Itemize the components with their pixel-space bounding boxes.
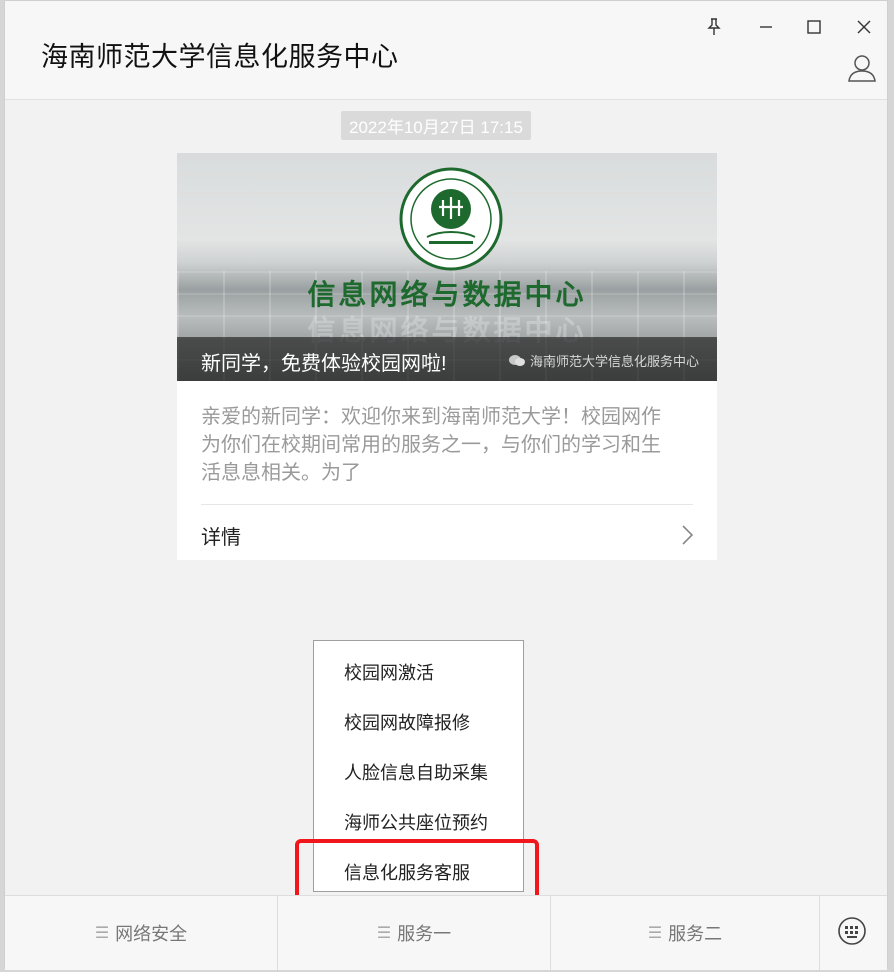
tab-service-one[interactable]: ☰ 服务一	[278, 896, 550, 970]
menu-item-face-info-collection[interactable]: 人脸信息自助采集	[344, 759, 488, 785]
tab-label: 网络安全	[115, 924, 188, 944]
keyboard-icon[interactable]	[837, 916, 867, 946]
maximize-icon[interactable]	[801, 15, 827, 39]
details-link[interactable]: 详情	[201, 521, 241, 550]
menu-lines-icon: ☰	[647, 925, 663, 942]
article-card[interactable]: 信息网络与数据中心 信息网络与数据中心 新同学，免费体验校园网啦! 海南师范大学…	[177, 153, 717, 560]
article-cover-image[interactable]: 信息网络与数据中心 信息网络与数据中心 新同学，免费体验校园网啦! 海南师范大学…	[177, 153, 717, 381]
article-source-label: 海南师范大学信息化服务中心	[529, 354, 699, 369]
card-divider	[201, 504, 693, 505]
chat-window: 海南师范大学信息化服务中心 2022年10月27日 17:15 信息网络与数据中…	[4, 0, 888, 970]
article-title[interactable]: 新同学，免费体验校园网啦!	[201, 347, 447, 376]
tab-service-two[interactable]: ☰ 服务二	[551, 896, 819, 970]
pin-icon[interactable]	[701, 15, 727, 39]
bottom-menu-bar: ☰ 网络安全 ☰ 服务一 ☰ 服务二	[5, 895, 887, 970]
cover-caption-bar: 新同学，免费体验校园网啦! 海南师范大学信息化服务中心	[177, 337, 717, 381]
university-logo	[399, 167, 503, 271]
menu-item-campus-network-activation[interactable]: 校园网激活	[344, 659, 434, 685]
profile-icon[interactable]	[847, 53, 877, 83]
article-digest: 亲爱的新同学：欢迎你来到海南师范大学！校园网作为你们在校期间常用的服务之一，与你…	[201, 406, 661, 484]
menu-lines-icon: ☰	[94, 925, 110, 942]
article-source: 海南师范大学信息化服务中心	[508, 351, 699, 370]
tab-label: 服务二	[668, 924, 723, 944]
chevron-right-icon[interactable]	[681, 524, 695, 546]
title-bar: 海南师范大学信息化服务中心	[5, 1, 887, 100]
tab-network-security[interactable]: ☰ 网络安全	[5, 896, 277, 970]
wechat-icon	[508, 354, 525, 366]
minimize-icon[interactable]	[753, 15, 779, 39]
window-title: 海南师范大学信息化服务中心	[41, 42, 399, 72]
menu-item-seat-reservation[interactable]: 海师公共座位预约	[344, 809, 488, 835]
menu-lines-icon: ☰	[376, 925, 392, 942]
tab-divider	[819, 896, 820, 970]
tab-label: 服务一	[397, 924, 452, 944]
menu-item-network-fault-repair[interactable]: 校园网故障报修	[344, 709, 470, 735]
cover-title: 信息网络与数据中心	[307, 279, 587, 310]
message-timestamp: 2022年10月27日 17:15	[341, 111, 531, 140]
close-icon[interactable]	[851, 15, 877, 39]
